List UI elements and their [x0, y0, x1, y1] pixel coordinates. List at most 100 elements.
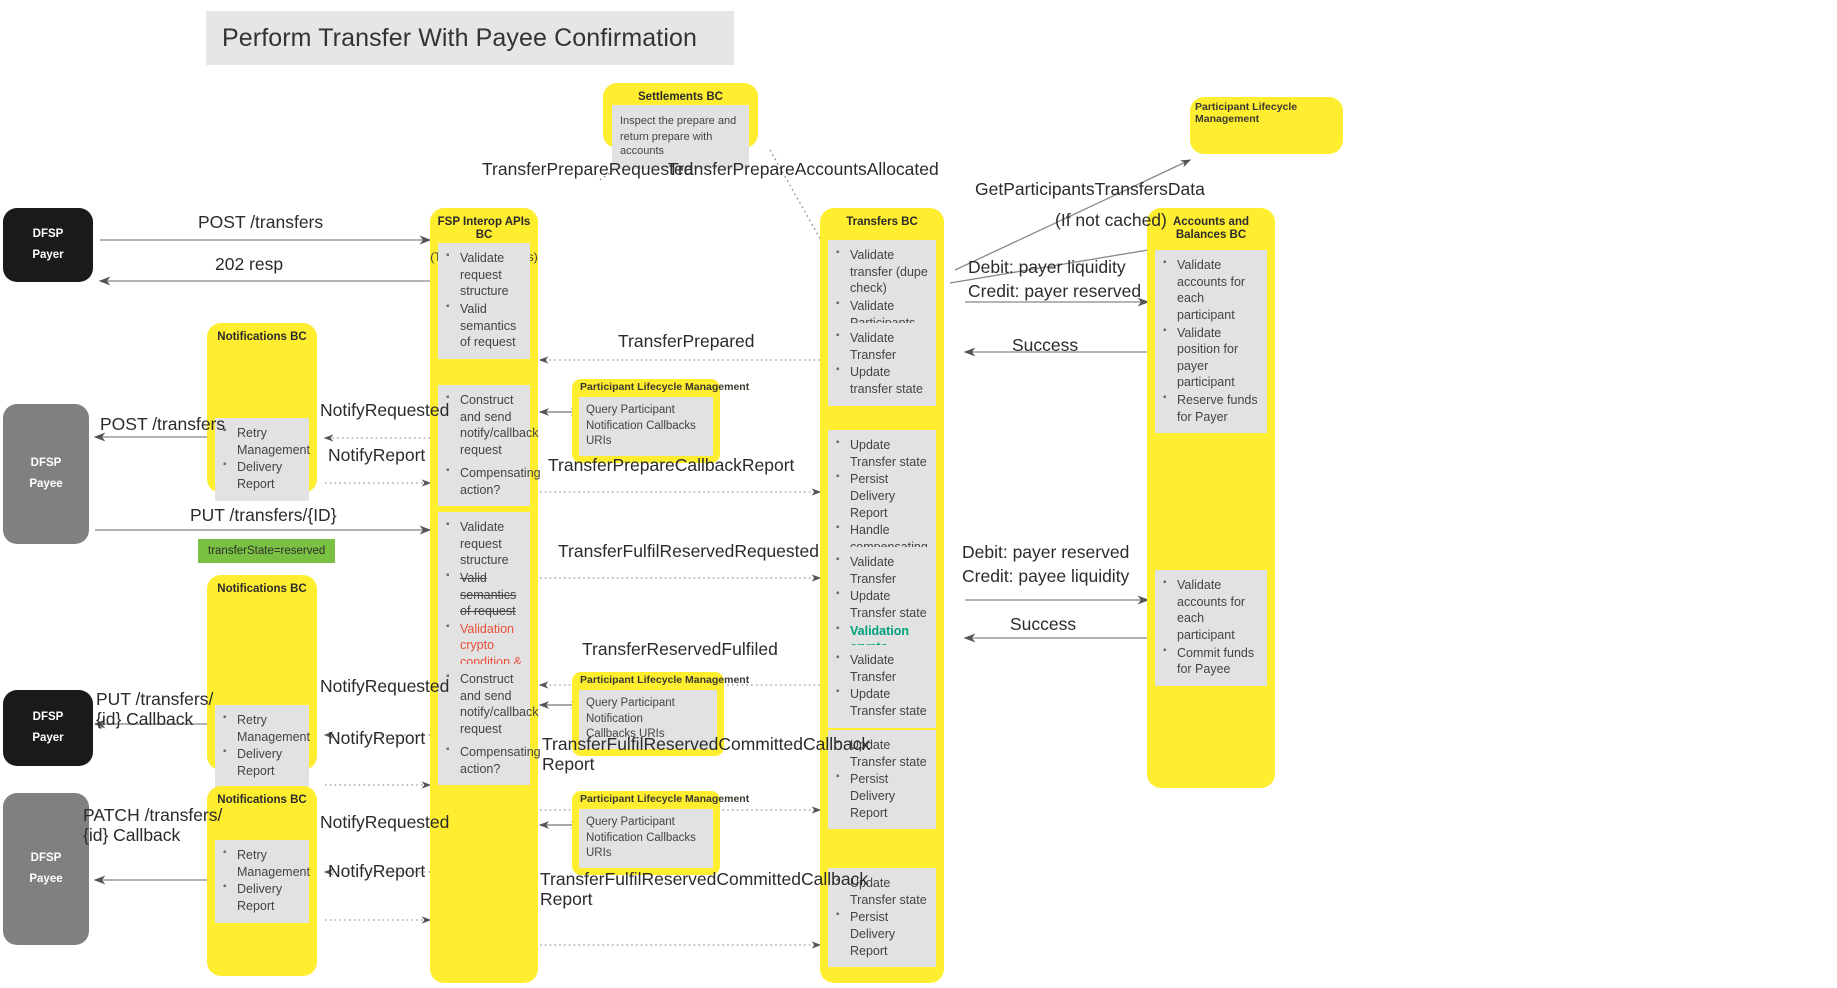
panel-item: Validate transfer (dupe check) [836, 246, 930, 297]
panel-item: Update Transfer state [836, 436, 930, 470]
plm-line-2: Notification Callbacks URIs [586, 419, 696, 448]
label-202-resp: 202 resp [215, 254, 284, 274]
dfsp-payer-top[interactable]: DFSP Payer [3, 208, 93, 282]
plm-callout-1[interactable]: Participant Lifecycle Management Query P… [572, 379, 750, 463]
notifications-bc-title: Notifications BC [217, 331, 307, 343]
notifications-panel-1: Retry Management Delivery Report [215, 418, 310, 501]
label-get-participants-transfers-data: GetParticipantsTransfersData [975, 179, 1205, 199]
panel-item: Delivery Report [223, 458, 303, 492]
panel-item: Compensating action? [446, 464, 541, 498]
label-transfer-prepare-callback-report: TransferPrepareCallbackReport [548, 455, 795, 475]
label-transfer-prepare-requested: TransferPrepareRequested [482, 159, 694, 179]
plm-line-1: Query Participant [586, 816, 675, 828]
ab-panel-commit: Validate accounts for each participant C… [1155, 570, 1267, 686]
actor-line1: DFSP [32, 711, 64, 723]
ab-panel-reserve: Validate accounts for each participant V… [1155, 250, 1267, 434]
plm-callout-title: Participant Lifecycle Management [580, 793, 750, 805]
panel-item: Commit funds for Payee [1163, 643, 1261, 678]
panel-item: Construct and send notify/callback reque… [446, 391, 539, 459]
label-credit-payer-reserved: Credit: payer reserved [968, 281, 1142, 301]
label-if-not-cached: (If not cached) [1055, 210, 1167, 230]
plm-callout-title: Participant Lifecycle Management [580, 381, 750, 393]
actor-line1: DFSP [32, 228, 64, 240]
dfsp-payee-bottom[interactable]: DFSP Payee [3, 793, 89, 945]
plm-line-1: Query Participant [586, 404, 675, 416]
panel-item: Validate Transfer [836, 651, 930, 685]
label-credit-payee-liquidity: Credit: payee liquidity [962, 566, 1130, 586]
notifications-panel-2: Retry Management Delivery Report [215, 705, 310, 788]
dfsp-payer-bottom[interactable]: DFSP Payer [3, 690, 93, 766]
label-post-transfers-payee: POST /transfers [100, 414, 226, 434]
label-notify-report-1: NotifyReport [328, 445, 426, 465]
fsp-panel-construct-notify-2: Construct and send notify/callback reque… [438, 664, 539, 746]
label-transfer-fulfil-reserved-committed-callback-report-1: TransferFulfilReservedCommittedCallback … [542, 734, 871, 774]
panel-item: Persist Delivery Report [836, 908, 930, 959]
panel-item: Validate accounts for each participant [1163, 256, 1261, 324]
actor-line1: DFSP [30, 852, 62, 864]
dfsp-payee-top[interactable]: DFSP Payee [3, 404, 89, 544]
panel-item: Update transfer state [836, 363, 930, 397]
plm-callout-body: Query Participant Notification Callbacks… [579, 397, 713, 456]
panel-item: Construct and send notify/callback reque… [446, 670, 539, 738]
label-transfer-fulfil-reserved-committed-callback-report-2: TransferFulfilReservedCommittedCallback … [540, 869, 869, 909]
actor-line2: Payee [29, 477, 63, 490]
label-put-transfers-id-callback: PUT /transfers/ {id} Callback [96, 689, 214, 729]
notifications-bc-title: Notifications BC [217, 583, 307, 595]
plm-callout-title: Participant Lifecycle Management [580, 674, 750, 686]
label-notify-requested-2: NotifyRequested [320, 676, 450, 696]
panel-item: Valid semantics of request [446, 300, 524, 351]
settlements-bc-title: Settlements BC [638, 91, 723, 103]
panel-item: Delivery Report [223, 745, 303, 779]
page-title-text: Perform Transfer With Payee Confirmation [222, 23, 697, 52]
notifications-panel-3: Retry Management Delivery Report [215, 840, 310, 923]
fsp-panel-validate-request-1: Validate request structure Valid semanti… [438, 243, 530, 359]
plm-top-right-title: Participant Lifecycle Management [1195, 101, 1298, 125]
actor-line1: DFSP [30, 457, 62, 469]
label-patch-transfers-id-callback: PATCH /transfers/ {id} Callback [83, 805, 223, 845]
actor-line2: Payer [32, 248, 64, 261]
label-transfer-reserved-fulfiled: TransferReservedFulfiled [582, 639, 778, 659]
label-debit-payer-reserved: Debit: payer reserved [962, 542, 1130, 562]
fsp-panel-compensating-1: Compensating action? [438, 458, 541, 507]
panel-item: Validate accounts for each participant [1163, 576, 1261, 644]
label-notify-report-2: NotifyReport [328, 728, 426, 748]
settlements-line-1: Inspect the prepare and [620, 115, 737, 127]
panel-item: Compensating action? [446, 743, 541, 777]
plm-line-2: Notification Callbacks URIs [586, 831, 696, 860]
panel-item: Retry Management [223, 424, 310, 458]
label-notify-requested-1: NotifyRequested [320, 400, 450, 420]
plm-callout-body: Query Participant Notification Callbacks… [579, 809, 713, 868]
transfers-panel-reserved-fulfiled: Validate Transfer Update Transfer state [828, 645, 936, 728]
plm-callout-3[interactable]: Participant Lifecycle Management Query P… [572, 791, 750, 875]
panel-item: Validate Transfer [836, 329, 930, 363]
panel-item: Validate position for payer participant [1163, 324, 1261, 392]
label-put-transfers-id: PUT /transfers/{ID} [190, 505, 337, 525]
transfers-bc-title: Transfers BC [846, 216, 918, 228]
label-post-transfers-payer: POST /transfers [198, 212, 324, 232]
panel-item: Retry Management [223, 711, 310, 745]
panel-item: Validate request structure [446, 518, 524, 569]
plm-line-1: Query Participant Notification [586, 697, 675, 725]
label-success-1: Success [1012, 335, 1079, 355]
actor-line2: Payee [29, 872, 63, 885]
panel-item: Reserve funds for Payer [1163, 391, 1261, 425]
page-title: Perform Transfer With Payee Confirmation [206, 11, 734, 65]
fsp-interop-bc-title: FSP Interop APIs BC [437, 216, 531, 242]
fsp-panel-construct-notify-1: Construct and send notify/callback reque… [438, 385, 539, 467]
status-badge-transfer-state: transferState=reserved [198, 539, 336, 563]
plm-top-right[interactable]: Participant Lifecycle Management [1190, 97, 1343, 154]
label-transfer-fulfil-reserved-requested: TransferFulfilReservedRequested [558, 541, 819, 561]
label-notify-report-3: NotifyReport [328, 861, 426, 881]
label-success-2: Success [1010, 614, 1077, 634]
settlements-bc[interactable]: Settlements BC Inspect the prepare and r… [603, 83, 758, 169]
label-notify-requested-3: NotifyRequested [320, 812, 450, 832]
panel-item: Update Transfer state [836, 587, 930, 621]
transfers-panel-prepared: Validate Transfer Update transfer state [828, 323, 936, 406]
panel-item: Validate request structure [446, 249, 524, 300]
panel-item: Validate Transfer [836, 553, 930, 587]
notifications-bc-title: Notifications BC [217, 794, 307, 806]
panel-item: Retry Management [223, 846, 310, 880]
label-debit-payer-liquidity: Debit: payer liquidity [968, 257, 1126, 277]
label-transfer-prepared: TransferPrepared [618, 331, 755, 351]
label-transfer-prepare-accounts-allocated: TransferPrepareAccountsAllocated [668, 159, 939, 179]
